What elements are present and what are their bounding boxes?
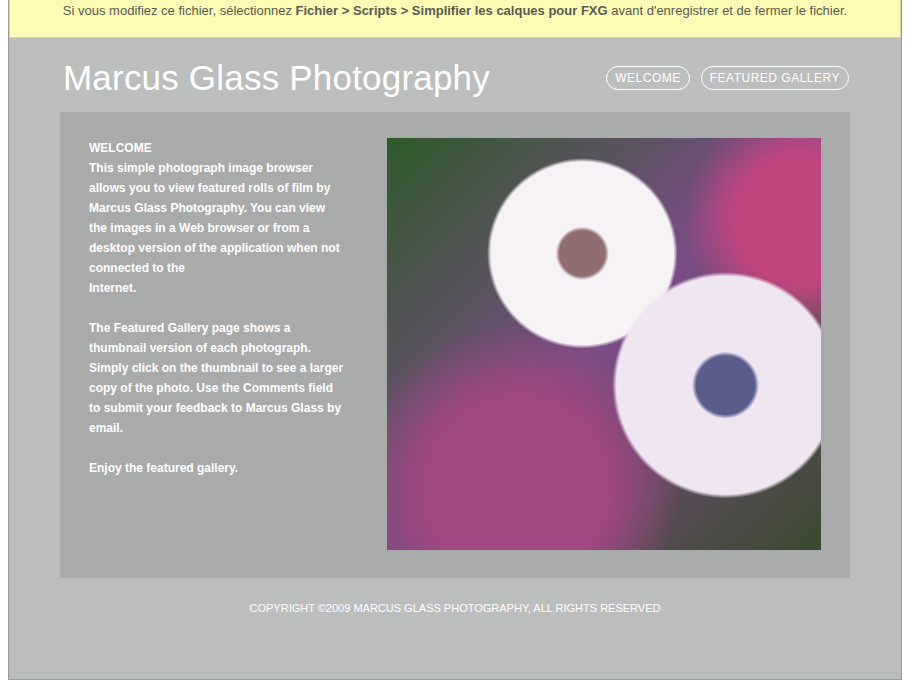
- text-line: Marcus Glass Photography. You can view: [89, 198, 379, 218]
- document-frame: Si vous modifiez ce fichier, sélectionne…: [8, 0, 902, 680]
- site-title: Marcus Glass Photography: [63, 58, 490, 98]
- text-line: copy of the photo. Use the Comments fiel…: [89, 378, 379, 398]
- welcome-text: WELCOMEThis simple photograph image brow…: [89, 138, 379, 550]
- text-line: Enjoy the featured gallery.: [89, 458, 379, 478]
- text-line: thumbnail version of each photograph.: [89, 338, 379, 358]
- welcome-heading: WELCOME: [89, 138, 379, 158]
- text-line: to submit your feedback to Marcus Glass …: [89, 398, 379, 418]
- text-line: Internet.: [89, 278, 379, 298]
- nav-button[interactable]: WELCOME: [606, 66, 690, 90]
- nav-button[interactable]: FEATURED GALLERY: [701, 66, 849, 90]
- welcome-paragraph: This simple photograph image browserallo…: [89, 158, 379, 298]
- text-line: allows you to view featured rolls of fil…: [89, 178, 379, 198]
- notice-banner: Si vous modifiez ce fichier, sélectionne…: [9, 0, 901, 38]
- banner-text: Fichier > Scripts > Simplifier les calqu…: [296, 3, 608, 18]
- header: Marcus Glass Photography WELCOME FEATURED …: [9, 38, 901, 112]
- nav: WELCOME FEATURED GALLERY: [606, 66, 849, 90]
- footer: COPYRIGHT ©2009 MARCUS GLASS PHOTOGRAPHY…: [9, 578, 901, 614]
- page: Si vous modifiez ce fichier, sélectionne…: [0, 0, 906, 682]
- text-line: This simple photograph image browser: [89, 158, 379, 178]
- featured-photo: [387, 138, 821, 550]
- banner-text: avant d'enregistrer et de fermer le fich…: [608, 3, 847, 18]
- text-line: The Featured Gallery page shows a: [89, 318, 379, 338]
- welcome-paragraph: The Featured Gallery page shows athumbna…: [89, 318, 379, 438]
- content-panel: WELCOMEThis simple photograph image brow…: [60, 112, 850, 578]
- welcome-paragraph: Enjoy the featured gallery.: [89, 458, 379, 478]
- text-line: the images in a Web browser or from a: [89, 218, 379, 238]
- banner-text: Si vous modifiez ce fichier, sélectionne…: [63, 3, 296, 18]
- text-line: email.: [89, 418, 379, 438]
- text-line: connected to the: [89, 258, 379, 278]
- text-line: desktop version of the application when …: [89, 238, 379, 258]
- text-line: Simply click on the thumbnail to see a l…: [89, 358, 379, 378]
